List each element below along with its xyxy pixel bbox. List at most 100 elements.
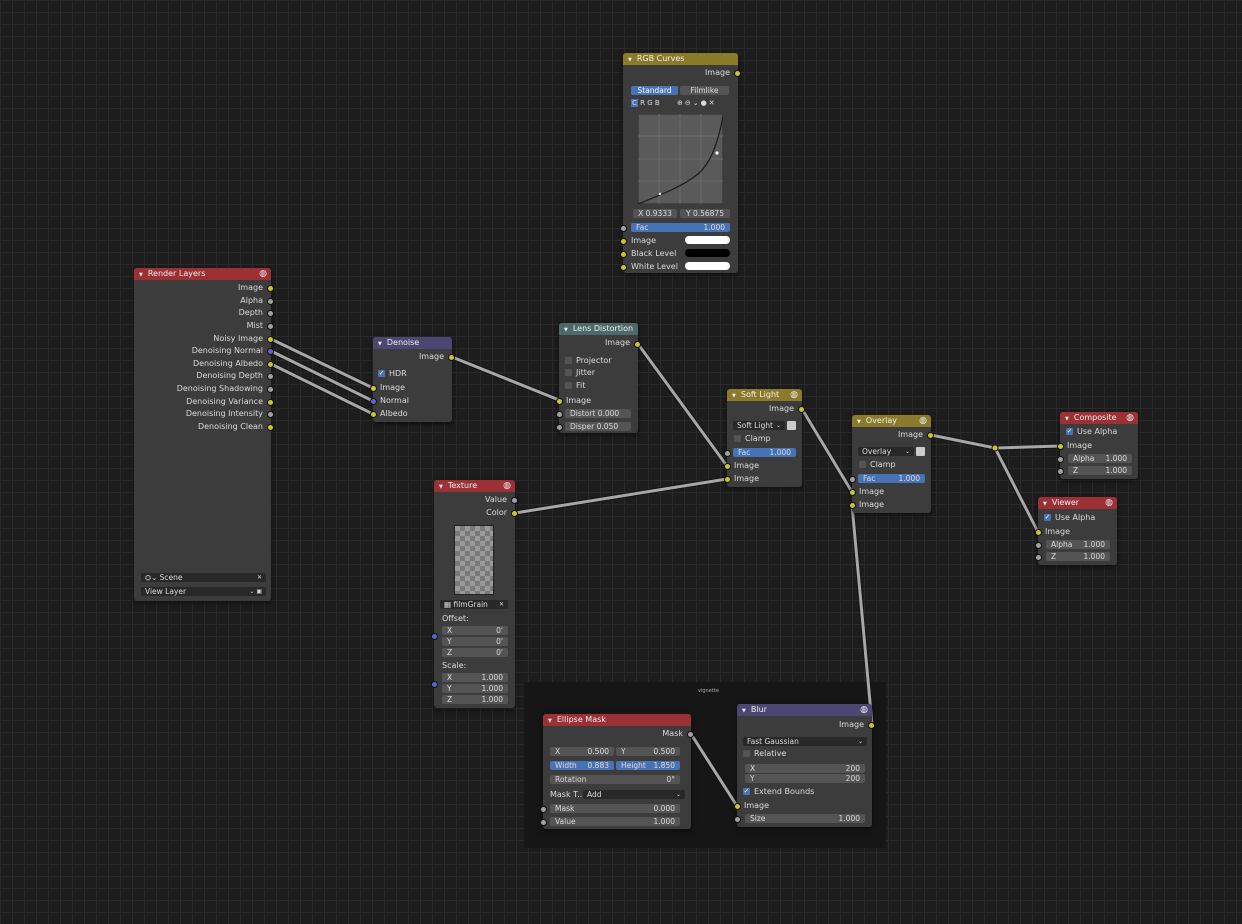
rotation-field[interactable]: Rotation 0° [550,775,680,784]
fit-checkbox[interactable]: Fit [565,381,585,390]
input-socket[interactable] [849,476,856,483]
alpha-field[interactable]: Alpha 1.000 [1046,540,1110,549]
output-socket[interactable] [448,354,455,361]
output-socket[interactable] [267,361,274,368]
check-icon[interactable]: ✓ [743,788,750,795]
collapse-icon[interactable]: ▼ [742,708,746,714]
x-field[interactable]: X 0.500 [550,747,614,756]
texture-selector[interactable]: ▦ filmGrain ✕ [440,600,508,609]
jitter-checkbox[interactable]: Jitter [565,368,595,377]
check-icon[interactable]: ✓ [1066,428,1073,435]
color-swatch-black[interactable] [685,249,730,257]
input-socket[interactable] [620,225,627,232]
input-socket[interactable] [540,806,547,813]
curve-graph[interactable] [638,114,723,204]
blend-mode-dropdown[interactable]: Soft Light ⌄ [733,421,785,430]
render-icon[interactable]: ◍ [503,480,511,492]
zoom-in-icon[interactable]: ⊕ [677,99,685,107]
render-icon[interactable]: ◍ [919,415,927,427]
mask-field[interactable]: Mask 0.000 [550,804,680,813]
input-socket[interactable] [1057,443,1064,450]
fac-slider[interactable]: Fac 1.000 [858,474,925,483]
input-socket[interactable] [724,463,731,470]
output-socket[interactable] [267,386,274,393]
checkbox-icon[interactable] [734,435,741,442]
height-field[interactable]: Height 1.850 [616,761,680,770]
input-socket[interactable] [540,819,547,826]
color-swatch-white[interactable] [685,262,730,270]
output-socket[interactable] [267,298,274,305]
output-socket[interactable] [927,432,934,439]
channel-b[interactable]: B [655,99,660,107]
alpha-toggle-icon[interactable] [916,447,925,456]
input-socket[interactable] [620,251,627,258]
blur-node[interactable]: ▼ Blur ◍ Image Fast Gaussian ⌄ Relative X 20… [734,704,875,827]
node-header[interactable]: ▼ Render Layers ◍ [134,268,271,280]
clear-icon[interactable]: ✕ [257,573,262,582]
render-icon[interactable]: ◍ [860,704,868,716]
distort-field[interactable]: Distort 0.000 [565,409,631,418]
output-socket[interactable] [868,722,875,729]
checkbox-icon[interactable] [859,461,866,468]
input-socket[interactable] [370,398,377,405]
output-socket[interactable] [734,70,741,77]
input-socket[interactable] [556,398,563,405]
output-socket[interactable] [634,341,641,348]
view-layer-selector[interactable]: View Layer ⌄ ▣ [141,587,266,596]
render-icon[interactable]: ◍ [259,268,267,280]
channel-tabs[interactable]: C R G B [631,99,660,107]
texture-node[interactable]: ▼ Texture ◍ Value Color ▦ filmGrain ✕ Offse… [431,480,518,708]
tab-filmlike[interactable]: Filmlike [680,86,729,95]
collapse-icon[interactable]: ▼ [564,327,568,333]
hdr-checkbox[interactable]: ✓ HDR [378,369,407,378]
collapse-icon[interactable]: ▼ [548,718,552,724]
render-icon[interactable]: ◍ [790,389,798,401]
zoom-out-icon[interactable]: ⊖ [685,99,693,107]
clamp-checkbox[interactable]: Clamp [734,434,771,443]
output-socket[interactable] [267,310,274,317]
input-socket[interactable] [1035,529,1042,536]
overlay-node[interactable]: ▼ Overlay ◍ Image Overlay ⌄ Clamp Fac 1.000 … [849,415,934,513]
render-icon[interactable]: ◍ [1105,497,1113,509]
alpha-toggle-icon[interactable] [787,421,796,430]
blend-mode-dropdown[interactable]: Overlay ⌄ [858,447,914,456]
input-socket[interactable] [734,803,741,810]
use-alpha-checkbox[interactable]: ✓ Use Alpha [1044,513,1095,522]
collapse-icon[interactable]: ▼ [1043,501,1047,507]
input-socket[interactable] [620,238,627,245]
input-socket[interactable] [556,411,563,418]
collapse-icon[interactable]: ▼ [1065,416,1069,422]
render-icon[interactable]: ◍ [1126,412,1134,424]
node-header[interactable]: ▼ Viewer ◍ [1038,497,1117,509]
y-field[interactable]: Y 0.500 [616,747,680,756]
input-socket[interactable] [724,450,731,457]
y-field[interactable]: Y 200 [745,774,865,783]
viewer-node[interactable]: ▼ Viewer ◍ ✓ Use Alpha Image Alpha 1.000 Z 1.… [1035,497,1117,565]
alpha-field[interactable]: Alpha 1.000 [1068,454,1132,463]
output-socket[interactable] [798,406,805,413]
output-socket[interactable] [267,323,274,330]
collapse-icon[interactable]: ▼ [857,419,861,425]
output-socket[interactable] [267,348,274,355]
scale-x[interactable]: X 1.000 [442,673,508,682]
output-socket[interactable] [687,731,694,738]
size-field[interactable]: Size 1.000 [745,814,865,823]
check-icon[interactable]: ✓ [1044,514,1051,521]
relative-checkbox[interactable]: Relative [743,749,786,758]
input-socket[interactable] [431,633,438,640]
clamp-checkbox[interactable]: Clamp [859,460,896,469]
value-field[interactable]: Value 1.000 [550,817,680,826]
denoise-node[interactable]: ▼ Denoise Image ✓ HDR Image Normal Albedo [370,337,455,422]
input-socket[interactable] [849,502,856,509]
input-socket[interactable] [431,681,438,688]
offset-y[interactable]: Y 0' [442,637,508,646]
fac-slider[interactable]: Fac 1.000 [631,223,730,232]
output-socket[interactable] [267,336,274,343]
node-header[interactable]: ▼ Texture ◍ [434,480,515,492]
color-swatch-image[interactable] [685,236,730,244]
channel-r[interactable]: R [640,99,645,107]
use-alpha-checkbox[interactable]: ✓ Use Alpha [1066,427,1117,436]
clear-icon[interactable]: ✕ [499,600,504,609]
input-socket[interactable] [556,424,563,431]
output-socket[interactable] [267,285,274,292]
